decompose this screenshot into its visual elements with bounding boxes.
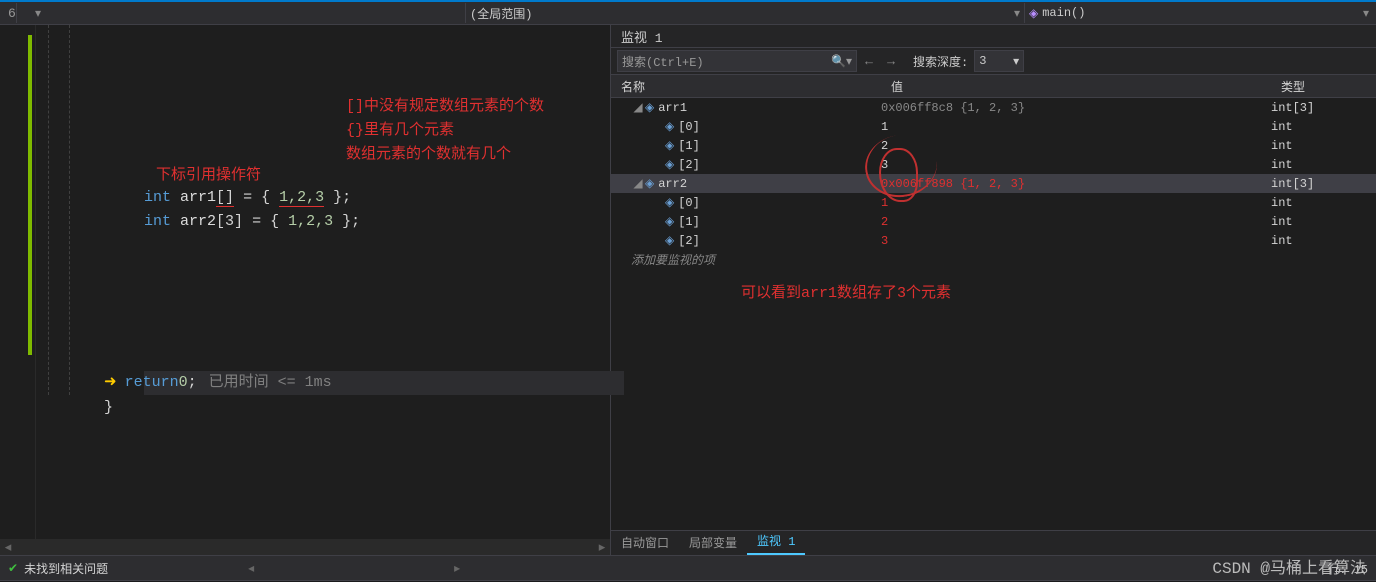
watch-type: int[3] — [1271, 101, 1376, 115]
watch-value: 0x006ff8c8 {1, 2, 3} — [881, 101, 1271, 115]
annotation-subscript: 下标引用操作符 — [156, 165, 261, 187]
watch-row[interactable]: ◈ [0] 1int — [611, 117, 1376, 136]
status-bar: ✔ 未找到相关问题 ◂ ▸ 行: 15 — [0, 555, 1376, 580]
watch-value: 3 — [881, 234, 1271, 248]
watch-name: arr1 — [658, 101, 687, 115]
watch-name: arr2 — [658, 177, 687, 191]
watch-row[interactable]: ◢◈ arr1 0x006ff8c8 {1, 2, 3}int[3] — [611, 98, 1376, 117]
watch-search-input[interactable]: 搜索(Ctrl+E) 🔍▾ — [617, 50, 857, 72]
closing-brace: } — [104, 397, 113, 419]
col-value[interactable]: 值 — [891, 78, 1281, 95]
tab-locals[interactable]: 局部变量 — [679, 530, 747, 555]
watch-toolbar: 搜索(Ctrl+E) 🔍▾ ← → 搜索深度: 3 ▾ — [611, 48, 1376, 75]
code-editor[interactable]: 下标引用操作符 []中没有规定数组元素的个数 {}里有几个元素 数组元素的个数就… — [0, 25, 610, 539]
line-number-6: 6 — [8, 6, 16, 21]
expand-icon[interactable]: ◢ — [631, 176, 645, 191]
code-line-arr2: int arr2[3] = { 1,2,3 }; — [144, 211, 360, 233]
scroll-right-icon[interactable]: ▸ — [594, 540, 610, 555]
horizontal-scrollbar[interactable]: ◂ ▸ — [0, 539, 610, 555]
chevron-down-icon: ▾ — [1363, 6, 1369, 21]
watch-row[interactable]: ◈ [1] 2int — [611, 136, 1376, 155]
current-execution-line: ➜ return 0; 已用时间 <= 1ms — [144, 371, 624, 395]
watch-columns-header: 名称 值 类型 — [611, 75, 1376, 98]
scroll-right-icon[interactable]: ▸ — [454, 561, 460, 576]
search-depth-dropdown[interactable]: 3 ▾ — [974, 50, 1024, 72]
watch-value: 3 — [881, 158, 1271, 172]
scroll-left-icon[interactable]: ◂ — [248, 561, 254, 576]
editor-pane: 下标引用操作符 []中没有规定数组元素的个数 {}里有几个元素 数组元素的个数就… — [0, 25, 610, 555]
editor-gutter — [0, 25, 36, 539]
nav-back-button[interactable]: ← — [859, 51, 879, 71]
cube-icon: ◈ — [665, 157, 674, 172]
col-name[interactable]: 名称 — [611, 78, 891, 95]
annotation-array-size: []中没有规定数组元素的个数 {}里有几个元素 数组元素的个数就有几个 — [346, 95, 544, 167]
chevron-down-icon: ▾ — [35, 6, 41, 21]
watch-type: int — [1271, 139, 1376, 153]
watch-row[interactable]: ◈ [0] 1int — [611, 193, 1376, 212]
watch-name: [1] — [678, 215, 700, 229]
watch-row[interactable]: ◈ [2] 3int — [611, 231, 1376, 250]
cube-icon: ◈ — [1029, 6, 1038, 21]
watch-value: 1 — [881, 196, 1271, 210]
cube-icon: ◈ — [645, 100, 654, 115]
search-icon: 🔍▾ — [831, 54, 852, 69]
watch-type: int — [1271, 158, 1376, 172]
watch-type: int — [1271, 120, 1376, 134]
watch-name: [0] — [678, 196, 700, 210]
status-message: 未找到相关问题 — [24, 560, 108, 577]
cube-icon: ◈ — [665, 138, 674, 153]
scroll-left-icon[interactable]: ◂ — [0, 540, 16, 555]
cube-icon: ◈ — [665, 233, 674, 248]
watch-name: [1] — [678, 139, 700, 153]
nav-forward-button[interactable]: → — [881, 51, 901, 71]
watch-name: [2] — [678, 158, 700, 172]
watch-row[interactable]: ◢◈ arr2 0x006ff898 {1, 2, 3}int[3] — [611, 174, 1376, 193]
execution-arrow-icon: ➜ — [104, 372, 117, 394]
watch-type: int — [1271, 215, 1376, 229]
tab-watch1[interactable]: 监视 1 — [747, 528, 805, 555]
watch-type: int — [1271, 196, 1376, 210]
watch-value: 1 — [881, 120, 1271, 134]
top-toolbar: 6 ▾ (全局范围) ▾ ◈ main() ▾ — [0, 0, 1376, 25]
watch-annotation: 可以看到arr1数组存了3个元素 — [611, 269, 1376, 302]
watch-panel: 监视 1 搜索(Ctrl+E) 🔍▾ ← → 搜索深度: 3 ▾ 名称 值 类型… — [610, 25, 1376, 555]
main-content: 下标引用操作符 []中没有规定数组元素的个数 {}里有几个元素 数组元素的个数就… — [0, 25, 1376, 555]
watch-tabs: 自动窗口 局部变量 监视 1 — [611, 530, 1376, 555]
timing-hint: 已用时间 <= 1ms — [209, 372, 332, 394]
function-dropdown[interactable]: ◈ main() ▾ — [1024, 3, 1373, 23]
search-depth-label: 搜索深度: — [913, 53, 968, 70]
function-label: main() — [1042, 6, 1085, 20]
scope-dropdown[interactable]: (全局范围) ▾ — [465, 3, 1024, 23]
scope-label: (全局范围) — [470, 5, 532, 22]
tab-auto[interactable]: 自动窗口 — [611, 530, 679, 555]
watch-rows: ◢◈arr10x006ff8c8 {1, 2, 3}int[3]◈[0]1int… — [611, 98, 1376, 250]
col-type[interactable]: 类型 — [1281, 78, 1376, 95]
check-icon: ✔ — [8, 561, 18, 576]
watch-value: 2 — [881, 139, 1271, 153]
line-info: 行: 15 — [1327, 560, 1368, 577]
watch-name: [2] — [678, 234, 700, 248]
cube-icon: ◈ — [665, 214, 674, 229]
watch-row[interactable]: ◈ [2] 3int — [611, 155, 1376, 174]
watch-title: 监视 1 — [611, 25, 1376, 48]
watch-row[interactable]: ◈ [1] 2int — [611, 212, 1376, 231]
code-area: 下标引用操作符 []中没有规定数组元素的个数 {}里有几个元素 数组元素的个数就… — [36, 25, 610, 539]
code-line-arr1: int arr1[] = { 1,2,3 }; — [144, 187, 351, 209]
add-watch-item[interactable]: 添加要监视的项 — [611, 250, 1376, 269]
search-placeholder: 搜索(Ctrl+E) — [622, 53, 704, 70]
watch-value: 2 — [881, 215, 1271, 229]
cube-icon: ◈ — [665, 119, 674, 134]
watch-type: int[3] — [1271, 177, 1376, 191]
scope-dropdown-empty[interactable]: ▾ — [16, 3, 45, 23]
chevron-down-icon: ▾ — [1013, 54, 1019, 69]
watch-type: int — [1271, 234, 1376, 248]
cube-icon: ◈ — [645, 176, 654, 191]
watch-value: 0x006ff898 {1, 2, 3} — [881, 177, 1271, 191]
cube-icon: ◈ — [665, 195, 674, 210]
expand-icon[interactable]: ◢ — [631, 100, 645, 115]
watch-name: [0] — [678, 120, 700, 134]
chevron-down-icon: ▾ — [1014, 6, 1020, 21]
